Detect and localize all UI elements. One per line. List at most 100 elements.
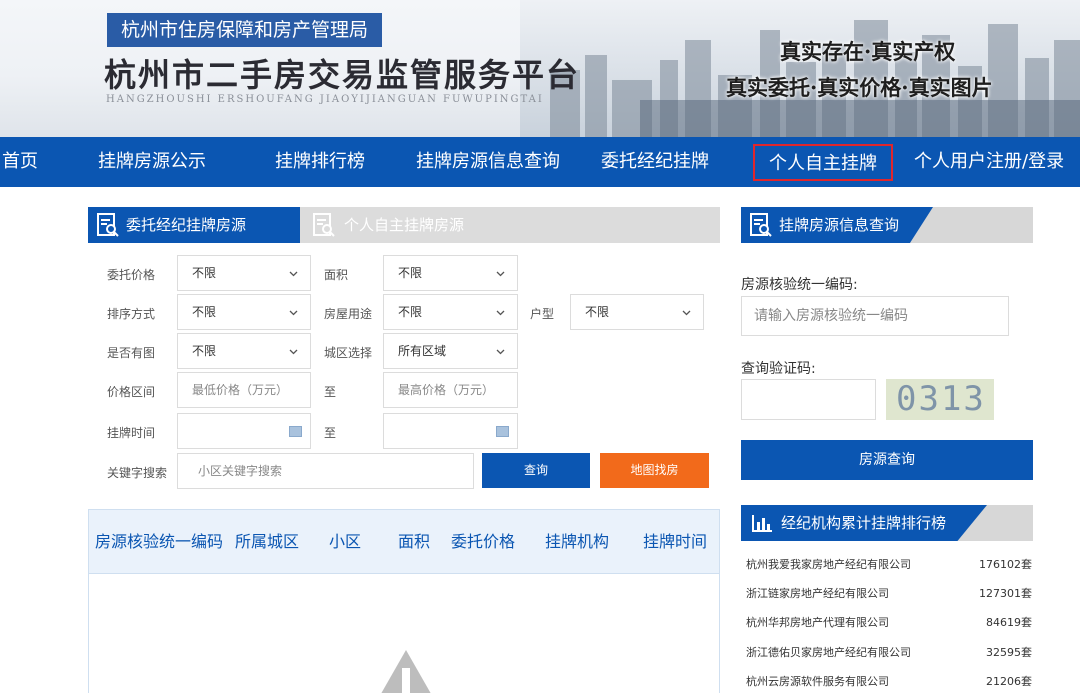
document-search-icon	[313, 213, 335, 237]
query-panel-title-bar: 挂牌房源信息查询	[741, 207, 1033, 243]
document-search-icon	[97, 213, 119, 237]
chevron-down-icon	[289, 349, 298, 355]
verification-code-input[interactable]: 请输入房源核验统一编码	[741, 296, 1009, 336]
agency-name: 杭州我爱我家房地产经纪有限公司	[746, 558, 911, 571]
query-button[interactable]: 查询	[482, 453, 590, 488]
listing-count: 84619套	[986, 616, 1032, 629]
tab-agent-listings[interactable]: 委托经纪挂牌房源	[88, 207, 300, 243]
bar-chart-icon	[752, 515, 772, 532]
col-district: 所属城区	[235, 532, 300, 551]
district-select-value: 所有区域	[398, 344, 447, 358]
district-select[interactable]: 所有区域	[383, 333, 518, 369]
image-label: 是否有图	[107, 346, 156, 360]
price-label: 委托价格	[107, 268, 156, 282]
price-select-value: 不限	[192, 266, 217, 280]
sort-select[interactable]: 不限	[177, 294, 311, 330]
usage-label: 房屋用途	[324, 307, 373, 321]
ranking-title: 经纪机构累计挂牌排行榜	[781, 514, 947, 532]
listing-time-label: 挂牌时间	[107, 426, 156, 440]
area-select-value: 不限	[398, 266, 423, 280]
time-to-label: 至	[324, 426, 337, 440]
query-panel-title: 挂牌房源信息查询	[779, 216, 900, 234]
usage-select[interactable]: 不限	[383, 294, 518, 330]
chevron-down-icon	[496, 349, 505, 355]
calendar-icon[interactable]	[496, 426, 509, 437]
image-select[interactable]: 不限	[177, 333, 311, 369]
ranking-row[interactable]: 浙江链家房地产经纪有限公司 127301套	[746, 579, 1032, 608]
max-price-input[interactable]: 最高价格（万元）	[383, 372, 518, 408]
tab-personal-listings[interactable]: 个人自主挂牌房源	[302, 207, 464, 243]
chevron-down-icon	[289, 271, 298, 277]
listing-count: 176102套	[979, 558, 1032, 571]
table-header: 房源核验统一编码 所属城区 小区 面积 委托价格 挂牌机构 挂牌时间	[89, 510, 719, 574]
map-search-button[interactable]: 地图找房	[600, 453, 709, 488]
listing-count: 127301套	[979, 587, 1032, 600]
captcha-text: 0313	[896, 379, 986, 419]
nav-listing-query[interactable]: 挂牌房源信息查询	[416, 137, 560, 187]
col-verification-code: 房源核验统一编码	[95, 532, 224, 551]
keyword-label: 关键字搜索	[107, 466, 168, 480]
price-range-label: 价格区间	[107, 385, 156, 399]
layout-select[interactable]: 不限	[570, 294, 704, 330]
tab-agent-label: 委托经纪挂牌房源	[126, 216, 247, 234]
tab-personal-label: 个人自主挂牌房源	[344, 216, 465, 234]
agency-name: 浙江德佑贝家房地产经纪有限公司	[746, 646, 911, 659]
col-agency: 挂牌机构	[545, 532, 610, 551]
price-to-label: 至	[324, 385, 337, 399]
ranking-row[interactable]: 杭州我爱我家房地产经纪有限公司 176102套	[746, 550, 1032, 579]
bureau-label: 杭州市住房保障和房产管理局	[107, 13, 383, 47]
start-date-input[interactable]	[177, 413, 311, 449]
ranking-row[interactable]: 浙江德佑贝家房地产经纪有限公司 32595套	[746, 638, 1032, 667]
platform-title: 杭州市二手房交易监管服务平台	[104, 56, 581, 94]
results-table: 房源核验统一编码 所属城区 小区 面积 委托价格 挂牌机构 挂牌时间	[88, 509, 720, 693]
platform-pinyin: HANGZHOUSHI ERSHOUFANG JIAOYIJIANGUAN FU…	[106, 94, 544, 105]
verification-code-label: 房源核验统一编码:	[741, 277, 858, 293]
document-search-icon	[750, 213, 772, 237]
end-date-input[interactable]	[383, 413, 518, 449]
ranking-title-bar: 经纪机构累计挂牌排行榜	[741, 505, 1033, 541]
min-price-input[interactable]: 最低价格（万元）	[177, 372, 311, 408]
district-label: 城区选择	[324, 346, 373, 360]
price-select[interactable]: 不限	[177, 255, 311, 291]
captcha-image[interactable]: 0313	[886, 379, 994, 420]
nav-ranking[interactable]: 挂牌排行榜	[275, 137, 365, 187]
slogan-line1: 真实存在·真实产权	[780, 39, 956, 64]
nav-home[interactable]: 首页	[2, 137, 38, 187]
nav-personal-listing[interactable]: 个人自主挂牌	[753, 144, 893, 181]
nav-register-login[interactable]: 个人用户注册/登录	[914, 137, 1064, 187]
calendar-icon[interactable]	[289, 426, 302, 437]
layout-select-value: 不限	[585, 305, 610, 319]
usage-select-value: 不限	[398, 305, 423, 319]
keyword-search-input[interactable]: 小区关键字搜索	[177, 453, 474, 489]
layout-label: 户型	[530, 307, 555, 321]
slogan-line2: 真实委托·真实价格·真实图片	[726, 75, 993, 100]
captcha-label: 查询验证码:	[741, 361, 816, 377]
col-area: 面积	[398, 532, 431, 551]
area-label: 面积	[324, 268, 349, 282]
chevron-down-icon	[682, 310, 691, 316]
warning-icon	[381, 650, 431, 693]
col-community: 小区	[329, 532, 362, 551]
area-select[interactable]: 不限	[383, 255, 518, 291]
listing-count: 32595套	[986, 646, 1032, 659]
main-nav: 首页 挂牌房源公示 挂牌排行榜 挂牌房源信息查询 委托经纪挂牌 个人自主挂牌 个…	[0, 137, 1080, 187]
chevron-down-icon	[496, 271, 505, 277]
sort-select-value: 不限	[192, 305, 217, 319]
captcha-input[interactable]	[741, 379, 876, 420]
listing-tabs: 委托经纪挂牌房源 个人自主挂牌房源	[88, 207, 720, 243]
listing-count: 21206套	[986, 675, 1032, 688]
agency-name: 杭州华邦房地产代理有限公司	[746, 616, 889, 629]
header-banner: 杭州市住房保障和房产管理局 杭州市二手房交易监管服务平台 HANGZHOUSHI…	[0, 0, 1080, 137]
sort-label: 排序方式	[107, 307, 156, 321]
nav-agent-listing[interactable]: 委托经纪挂牌	[601, 137, 709, 187]
city-skyline-image	[520, 0, 1080, 137]
chevron-down-icon	[289, 310, 298, 316]
ranking-row[interactable]: 杭州云房源软件服务有限公司 21206套	[746, 667, 1032, 693]
agency-name: 杭州云房源软件服务有限公司	[746, 675, 889, 688]
nav-listing-public[interactable]: 挂牌房源公示	[98, 137, 206, 187]
ranking-row[interactable]: 杭州华邦房地产代理有限公司 84619套	[746, 608, 1032, 637]
col-listing-time: 挂牌时间	[643, 532, 708, 551]
house-query-button[interactable]: 房源查询	[741, 440, 1033, 480]
image-select-value: 不限	[192, 344, 217, 358]
chevron-down-icon	[496, 310, 505, 316]
